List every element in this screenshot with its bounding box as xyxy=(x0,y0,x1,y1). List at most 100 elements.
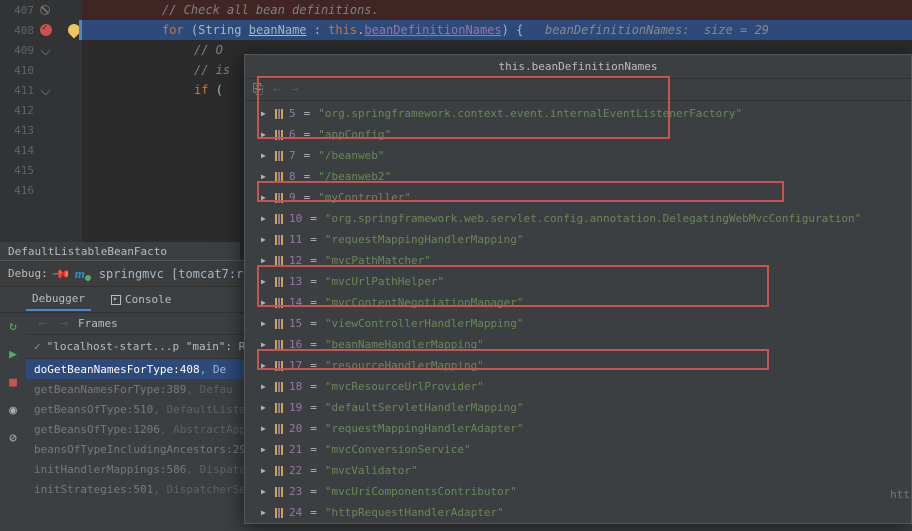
var-value: "defaultServletHandlerMapping" xyxy=(325,401,524,414)
expand-icon[interactable]: ▶ xyxy=(261,445,271,454)
variable-row[interactable]: ▶7="/beanweb" xyxy=(245,145,911,166)
inlay-hint: beanDefinitionNames: size = 29 xyxy=(545,23,769,37)
expand-icon[interactable]: ▶ xyxy=(261,172,271,181)
var-index: 15 xyxy=(289,317,302,330)
maven-icon: m xyxy=(75,266,85,282)
array-icon xyxy=(275,214,283,224)
mute-breakpoints-button[interactable]: ⊘ xyxy=(4,429,22,447)
back-button[interactable]: ← xyxy=(273,82,281,97)
fold-icon[interactable] xyxy=(41,85,51,95)
line-number: 407 xyxy=(0,4,40,17)
array-icon xyxy=(275,445,283,455)
variable-row[interactable]: ▶15="viewControllerHandlerMapping" xyxy=(245,313,911,334)
equals: = xyxy=(306,296,321,309)
forward-button[interactable]: → xyxy=(291,82,299,97)
var-value: "mvcUrlPathHelper" xyxy=(325,275,444,288)
var-value: "mvcValidator" xyxy=(325,464,418,477)
variable-row[interactable]: ▶21="mvcConversionService" xyxy=(245,439,911,460)
var-value: "/beanweb" xyxy=(318,149,384,162)
expand-icon[interactable]: ▶ xyxy=(261,109,271,118)
expand-icon[interactable]: ▶ xyxy=(261,319,271,328)
expand-icon[interactable]: ▶ xyxy=(261,340,271,349)
fold-icon[interactable] xyxy=(41,45,51,55)
code-text: beanDefinitionNames xyxy=(364,23,501,37)
line-number: 414 xyxy=(0,144,40,157)
rerun-button[interactable]: ↻ xyxy=(4,317,22,335)
array-icon xyxy=(275,382,283,392)
variable-row[interactable]: ▶11="requestMappingHandlerMapping" xyxy=(245,229,911,250)
expand-icon[interactable]: ▶ xyxy=(261,508,271,517)
resume-button[interactable]: ▶ xyxy=(4,345,22,363)
expand-icon[interactable]: ▶ xyxy=(261,298,271,307)
expand-icon[interactable]: ▶ xyxy=(261,361,271,370)
expand-icon[interactable]: ▶ xyxy=(261,403,271,412)
variable-row[interactable]: ▶18="mvcResourceUrlProvider" xyxy=(245,376,911,397)
array-icon xyxy=(275,256,283,266)
variable-row[interactable]: ▶20="requestMappingHandlerAdapter" xyxy=(245,418,911,439)
status-dot-icon xyxy=(85,275,91,281)
variable-row[interactable]: ▶13="mvcUrlPathHelper" xyxy=(245,271,911,292)
expand-icon[interactable]: ▶ xyxy=(261,382,271,391)
expand-icon[interactable]: ▶ xyxy=(261,277,271,286)
expand-icon[interactable]: ▶ xyxy=(261,424,271,433)
expand-icon[interactable]: ▶ xyxy=(261,466,271,475)
expand-icon[interactable]: ▶ xyxy=(261,235,271,244)
stop-button[interactable]: ■ xyxy=(4,373,22,391)
var-index: 10 xyxy=(289,212,302,225)
array-icon xyxy=(275,151,283,161)
code-text: . xyxy=(357,23,364,37)
equals: = xyxy=(306,443,321,456)
code-text: ) { xyxy=(502,23,545,37)
array-icon xyxy=(275,361,283,371)
variable-row[interactable]: ▶16="beanNameHandlerMapping" xyxy=(245,334,911,355)
copy-button[interactable]: ⎘ xyxy=(253,82,263,97)
var-index: 16 xyxy=(289,338,302,351)
equals: = xyxy=(306,506,321,519)
tab-debugger[interactable]: Debugger xyxy=(26,288,91,311)
expand-icon[interactable]: ▶ xyxy=(261,487,271,496)
variable-row[interactable]: ▶24="httpRequestHandlerAdapter" xyxy=(245,502,911,523)
var-value: "viewControllerHandlerMapping" xyxy=(325,317,524,330)
var-value: "beanNameHandlerMapping" xyxy=(325,338,484,351)
expand-icon[interactable]: ▶ xyxy=(261,256,271,265)
variable-row[interactable]: ▶10="org.springframework.web.servlet.con… xyxy=(245,208,911,229)
run-config[interactable]: m springmvc [tomcat7:run] xyxy=(75,266,265,282)
breakpoint-icon[interactable] xyxy=(40,24,52,36)
breadcrumb[interactable]: DefaultListableBeanFacto xyxy=(0,242,240,260)
console-icon xyxy=(111,295,121,305)
code-text: // Check all bean definitions. xyxy=(162,3,379,17)
variable-row[interactable]: ▶23="mvcUriComponentsContributor" xyxy=(245,481,911,502)
variable-row[interactable]: ▶22="mvcValidator" xyxy=(245,460,911,481)
expand-icon[interactable]: ▶ xyxy=(261,193,271,202)
variable-row[interactable]: ▶5="org.springframework.context.event.in… xyxy=(245,103,911,124)
expand-icon[interactable]: ▶ xyxy=(261,214,271,223)
popup-title: this.beanDefinitionNames xyxy=(245,55,911,79)
variable-row[interactable]: ▶17="resourceHandlerMapping" xyxy=(245,355,911,376)
var-index: 11 xyxy=(289,233,302,246)
frames-next-button: → xyxy=(56,316,72,332)
equals: = xyxy=(306,401,321,414)
line-number: 411 xyxy=(0,84,40,97)
tab-console[interactable]: Console xyxy=(105,289,177,310)
view-breakpoints-button[interactable]: ◉ xyxy=(4,401,22,419)
tab-label: Debugger xyxy=(32,292,85,305)
variable-row[interactable]: ▶6="appConfig" xyxy=(245,124,911,145)
code-text: // is xyxy=(194,63,230,77)
code-text: this xyxy=(328,23,357,37)
line-number: 412 xyxy=(0,104,40,117)
var-index: 12 xyxy=(289,254,302,267)
equals: = xyxy=(300,128,315,141)
pin-icon[interactable]: 📌 xyxy=(51,263,71,283)
equals: = xyxy=(306,485,321,498)
variable-popup[interactable]: this.beanDefinitionNames ⎘ ← → ▶5="org.s… xyxy=(244,54,912,524)
expand-icon[interactable]: ▶ xyxy=(261,130,271,139)
var-index: 17 xyxy=(289,359,302,372)
code-text: beanName xyxy=(249,23,307,37)
expand-icon[interactable]: ▶ xyxy=(261,151,271,160)
variable-row[interactable]: ▶9="myController" xyxy=(245,187,911,208)
variable-row[interactable]: ▶14="mvcContentNegotiationManager" xyxy=(245,292,911,313)
variable-row[interactable]: ▶19="defaultServletHandlerMapping" xyxy=(245,397,911,418)
variable-row[interactable]: ▶12="mvcPathMatcher" xyxy=(245,250,911,271)
variable-row[interactable]: ▶8="/beanweb2" xyxy=(245,166,911,187)
debug-title: Debug: xyxy=(8,267,48,280)
